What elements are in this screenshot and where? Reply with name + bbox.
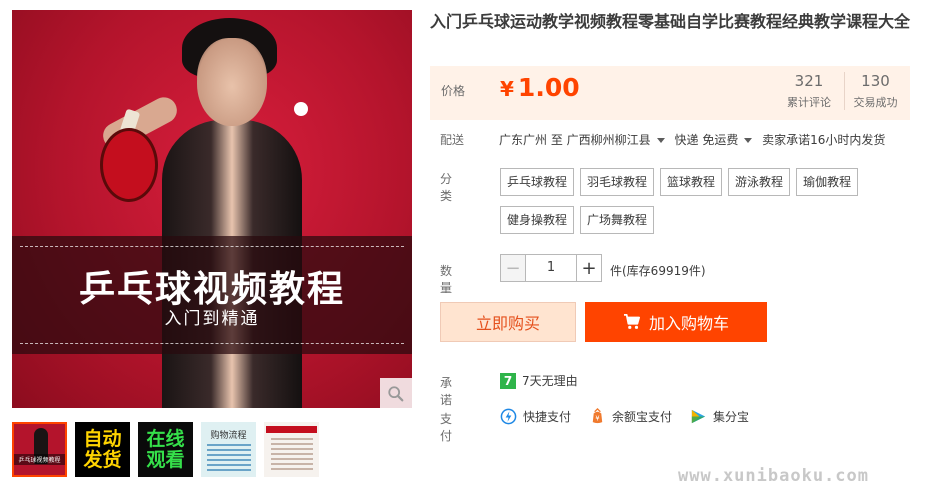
ping-pong-ball-icon <box>294 102 308 116</box>
paddle-icon <box>100 128 158 202</box>
category-label: 分类 <box>440 172 453 203</box>
thumbnail-line2: 发货 <box>83 448 122 471</box>
product-title: 入门乒乓球运动教学视频教程零基础自学比赛教程经典教学课程大全 <box>430 12 911 31</box>
category-option[interactable]: 羽毛球教程 <box>580 168 655 196</box>
payment-name: 余额宝支付 <box>612 410 673 424</box>
jifenbao-icon <box>691 409 706 424</box>
thumbnail-auto-delivery[interactable]: 自动 发货 <box>75 422 130 477</box>
banner-dash-top <box>20 246 404 247</box>
model-head <box>197 38 267 126</box>
price-panel: 价格 ¥1.00 321 累计评论 130 交易成功 <box>430 66 910 120</box>
price-amount: 1.00 <box>517 73 580 102</box>
thumbnail-line2: 观看 <box>146 448 185 471</box>
category-option[interactable]: 乒乓球教程 <box>500 168 575 196</box>
thumbnail-strip: 乒乓球视频教程 自动 发货 在线 观看 购物流程 <box>12 422 319 477</box>
yuebao-icon: ¥ <box>592 408 603 424</box>
cart-icon <box>623 314 640 329</box>
product-main-image[interactable]: 乒乓球视频教程 入门到精通 <box>12 10 412 408</box>
increase-button[interactable]: + <box>576 254 602 282</box>
category-option[interactable]: 游泳教程 <box>728 168 791 196</box>
zoom-button[interactable] <box>380 378 412 410</box>
svg-text:¥: ¥ <box>595 414 599 422</box>
price-value: ¥1.00 <box>500 73 580 102</box>
buy-now-label: 立即购买 <box>475 314 540 333</box>
quantity-input[interactable]: 1 <box>526 254 576 282</box>
chevron-down-icon <box>656 138 665 143</box>
reviews-stat[interactable]: 321 累计评论 <box>778 72 840 110</box>
thumbnail-caption: 乒乓球视频教程 <box>14 454 65 465</box>
thumbnail-line1: 自动 <box>83 427 122 450</box>
ship-method: 快递 免运费 <box>674 133 739 147</box>
thumbnail-text-lines <box>206 443 251 474</box>
quantity-stepper: − 1 + <box>500 254 602 282</box>
ship-to: 广西柳州柳江县 <box>566 133 651 147</box>
seven-day-return[interactable]: 7 7天无理由 <box>500 372 578 389</box>
thumbnail-purchase-flow[interactable]: 购物流程 <box>201 422 256 477</box>
category-option[interactable]: 篮球教程 <box>660 168 723 196</box>
ship-method-selector[interactable]: 快递 免运费 <box>675 133 759 147</box>
payment-jifenbao[interactable]: 集分宝 <box>690 408 749 425</box>
seven-day-icon: 7 <box>500 372 516 389</box>
add-to-cart-label: 加入购物车 <box>648 314 729 333</box>
promise-label: 承诺 <box>440 376 453 407</box>
shipping-label: 配送 <box>440 133 465 147</box>
payment-label: 支付 <box>440 412 453 443</box>
stock-text: 件(库存69919件) <box>610 264 706 278</box>
category-option[interactable]: 瑜伽教程 <box>796 168 859 196</box>
payment-methods: 快捷支付 ¥ 余额宝支付 集分宝 <box>500 408 749 425</box>
quantity-label: 数量 <box>440 264 453 295</box>
decrease-button[interactable]: − <box>500 254 526 282</box>
payment-yuebao[interactable]: ¥ 余额宝支付 <box>589 408 672 425</box>
chevron-down-icon <box>744 138 753 143</box>
sales-stat: 130 交易成功 <box>844 72 906 110</box>
reviews-label: 累计评论 <box>787 96 831 109</box>
category-option[interactable]: 健身操教程 <box>500 206 575 234</box>
quick-pay-icon <box>500 408 517 425</box>
thumbnail-online-watch[interactable]: 在线 观看 <box>138 422 193 477</box>
image-banner: 乒乓球视频教程 入门到精通 <box>12 236 412 354</box>
sales-count: 130 <box>861 72 890 90</box>
reviews-count: 321 <box>794 72 824 90</box>
category-option[interactable]: 广场舞教程 <box>580 206 655 234</box>
category-options: 乒乓球教程 羽毛球教程 篮球教程 游泳教程 瑜伽教程 健身操教程 广场舞教程 <box>500 168 920 234</box>
ship-to-selector[interactable]: 广西柳州柳江县 <box>567 133 671 147</box>
buy-now-button[interactable]: 立即购买 <box>440 302 576 342</box>
ship-promise: 卖家承诺16小时内发货 <box>762 133 886 147</box>
site-watermark: www.xunibaoku.com <box>678 466 869 486</box>
payment-quick-pay[interactable]: 快捷支付 <box>500 408 571 425</box>
payment-name: 快捷支付 <box>523 410 572 424</box>
price-label: 价格 <box>441 84 466 98</box>
thumbnail-line1: 在线 <box>146 427 185 450</box>
currency-symbol: ¥ <box>500 77 514 101</box>
payment-name: 集分宝 <box>713 410 750 424</box>
banner-subtitle: 入门到精通 <box>164 309 260 329</box>
banner-dash-bottom <box>20 343 404 344</box>
add-to-cart-button[interactable]: 加入购物车 <box>585 302 767 342</box>
thumbnail-caption: 购物流程 <box>210 430 247 441</box>
shipping-details: 广东广州 至 广西柳州柳江县 快递 免运费 卖家承诺16小时内发货 <box>499 131 885 148</box>
promise-text: 7天无理由 <box>522 374 578 388</box>
sales-label: 交易成功 <box>853 96 898 109</box>
thumbnail-red-header <box>266 426 317 433</box>
ship-from: 广东广州 至 <box>499 133 563 147</box>
thumbnail-text-lines <box>270 437 313 472</box>
magnifier-icon <box>388 386 404 402</box>
thumbnail-main-photo[interactable]: 乒乓球视频教程 <box>12 422 67 477</box>
thumbnail-detail-page[interactable] <box>264 422 319 477</box>
